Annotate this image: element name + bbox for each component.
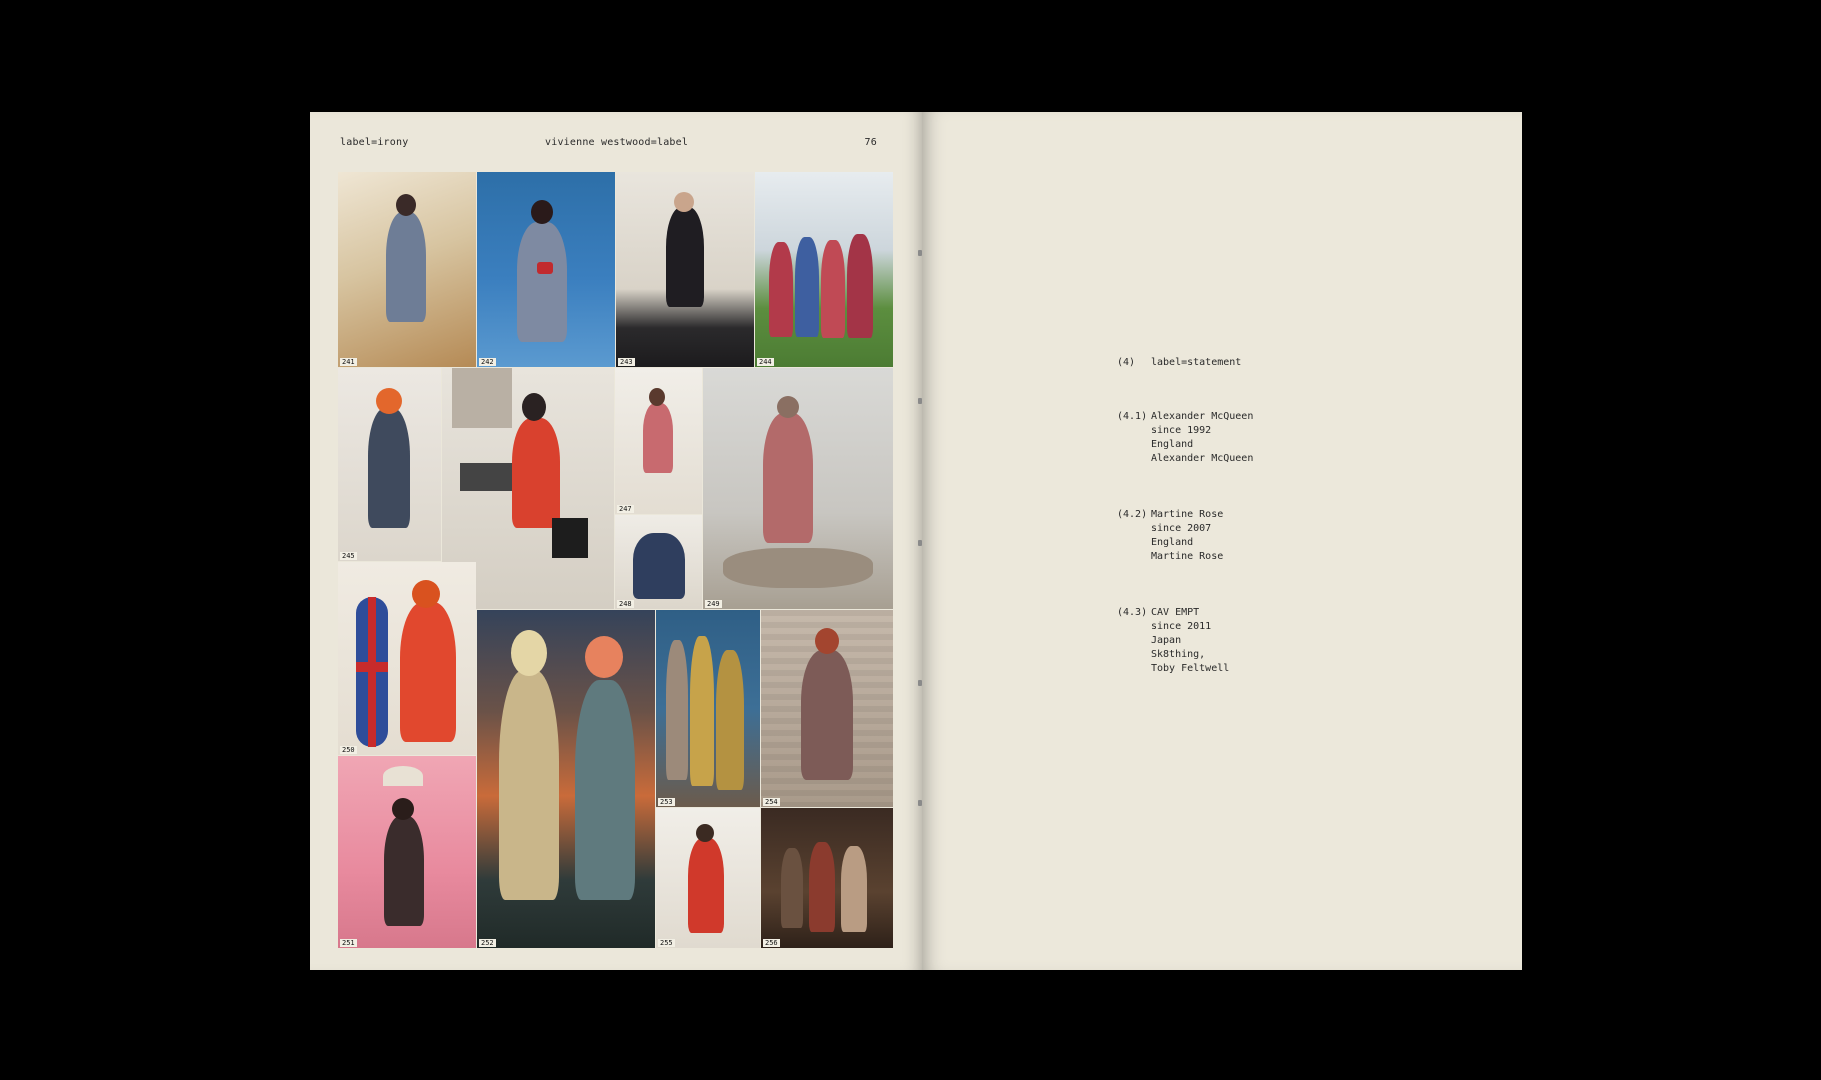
photo-242: 242 xyxy=(477,172,615,367)
figure-number: 244 xyxy=(757,358,774,366)
entry-label: Martine Rose xyxy=(1151,509,1224,520)
entry-founder: Sk8thing, xyxy=(1151,649,1206,660)
photo-249: 249 xyxy=(703,368,893,609)
running-head-left: label=irony xyxy=(340,137,409,148)
entry-number: (4.3) xyxy=(1117,607,1148,618)
section-title: label=statement xyxy=(1151,357,1242,368)
photo-254: 254 xyxy=(761,610,893,807)
entry-label: CAV EMPT xyxy=(1151,607,1200,618)
figure-number: 255 xyxy=(658,939,675,947)
photo-244: 244 xyxy=(755,172,893,367)
photo-250: 250 xyxy=(338,562,476,755)
entry-founder: Martine Rose xyxy=(1151,551,1224,562)
photo-243: 243 xyxy=(616,172,754,367)
section-number: (4) xyxy=(1117,357,1136,368)
entry-country: Japan xyxy=(1151,635,1182,646)
photo-253: 253 xyxy=(656,610,760,807)
photo-241: 241 xyxy=(338,172,476,367)
figure-number: 242 xyxy=(479,358,496,366)
figure-number: 247 xyxy=(617,505,634,513)
entry-number: (4.2) xyxy=(1117,509,1148,520)
entry-since: since 2011 xyxy=(1151,621,1212,632)
entry-country: England xyxy=(1151,537,1194,548)
photo-251: 251 xyxy=(338,756,476,948)
photo-245: 245 xyxy=(338,368,441,561)
figure-number: 241 xyxy=(340,358,357,366)
running-head-center: vivienne westwood=label xyxy=(545,137,689,148)
page-number: 76 xyxy=(864,137,877,148)
photo-248: 248 xyxy=(615,515,702,609)
entry-4-1: (4.1) Alexander McQueen since 1992 Englan… xyxy=(1117,410,1253,466)
photo-247: 247 xyxy=(615,368,702,514)
figure-number: 248 xyxy=(617,600,634,608)
left-page: label=irony vivienne westwood=label 76 2… xyxy=(310,112,922,970)
figure-number: 251 xyxy=(340,939,357,947)
figure-number: 245 xyxy=(340,552,357,560)
entry-4-2: (4.2) Martine Rose since 2007 England Mar… xyxy=(1117,508,1223,564)
photo-252: 252 xyxy=(477,610,655,948)
photo-255: 255 xyxy=(656,808,760,948)
entry-founder: Alexander McQueen xyxy=(1151,453,1254,464)
entry-label: Alexander McQueen xyxy=(1151,411,1254,422)
figure-number: 250 xyxy=(340,746,357,754)
entry-number: (4.1) xyxy=(1117,411,1148,422)
section-heading: (4) label=statement xyxy=(1117,356,1241,370)
entry-founder: Toby Feltwell xyxy=(1151,663,1230,674)
right-page: (4) label=statement (4.1) Alexander McQuee… xyxy=(922,112,1522,970)
entry-since: since 2007 xyxy=(1151,523,1212,534)
figure-number: 249 xyxy=(705,600,722,608)
figure-number: 252 xyxy=(479,939,496,947)
entry-since: since 1992 xyxy=(1151,425,1212,436)
figure-number: 254 xyxy=(763,798,780,806)
entry-country: England xyxy=(1151,439,1194,450)
figure-number: 253 xyxy=(658,798,675,806)
figure-number: 256 xyxy=(763,939,780,947)
photo-collage: 241 242 243 244 245 247 248 249 250 252 … xyxy=(338,172,893,948)
entry-4-3: (4.3) CAV EMPT since 2011 Japan Sk8thing,… xyxy=(1117,606,1229,676)
photo-256: 256 xyxy=(761,808,893,948)
figure-number: 243 xyxy=(618,358,635,366)
